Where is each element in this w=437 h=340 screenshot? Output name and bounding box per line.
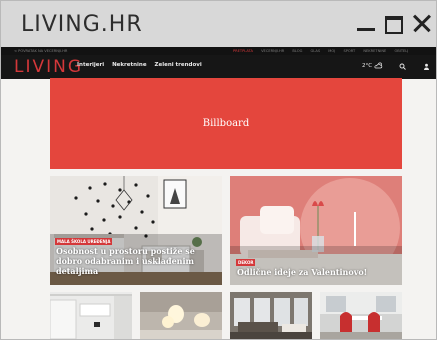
maximize-button[interactable]	[383, 13, 405, 35]
lamps-photo	[140, 292, 222, 339]
window-title: LIVING.HR	[21, 12, 143, 37]
search-icon[interactable]	[399, 63, 406, 70]
weather-widget[interactable]: 2°C	[362, 62, 383, 69]
nav-item-nekretnine[interactable]: Nekretnine	[112, 62, 147, 68]
living-room-photo	[230, 292, 312, 339]
back-to-vecernji-link[interactable]: < POVRATAK NA VECERNJI.HR	[14, 47, 67, 55]
browser-window: LIVING.HR < POVRATAK NA VECERNJI.HR PRET…	[0, 0, 437, 340]
top-link-glas[interactable]: GLAS	[311, 49, 321, 53]
minimize-icon	[357, 28, 375, 31]
top-link-nekretnine[interactable]: NEKRETNINE	[363, 49, 386, 53]
weather-temperature: 2°C	[362, 63, 373, 69]
article-headline[interactable]: Odlične ideje za Valentinovo!	[237, 267, 397, 277]
article-category-tag[interactable]: DEKOR	[236, 259, 256, 266]
top-link-vecernji[interactable]: VECERNJI.HR	[261, 49, 284, 53]
white-kitchen-photo	[50, 292, 132, 339]
featured-article-card[interactable]: MALA ŠKOLA UREĐENJA Osobnost u prostoru …	[50, 176, 222, 285]
window-titlebar[interactable]: LIVING.HR	[1, 1, 436, 47]
close-button[interactable]	[411, 13, 433, 35]
article-thumbnail[interactable]	[230, 292, 312, 339]
nav-item-interijeri[interactable]: Interijeri	[77, 62, 104, 68]
article-thumbnail[interactable]	[320, 292, 402, 339]
website-viewport: < POVRATAK NA VECERNJI.HR PRETPLATA VECE…	[1, 47, 436, 339]
nav-menu: Interijeri Nekretnine Zeleni trendovi	[77, 62, 208, 68]
dining-room-photo	[320, 292, 402, 339]
top-strip: < POVRATAK NA VECERNJI.HR PRETPLATA VECE…	[1, 47, 436, 55]
featured-article-card[interactable]: DEKOR Odlične ideje za Valentinovo!	[230, 176, 402, 285]
top-link-pretplata[interactable]: PRETPLATA	[233, 49, 253, 53]
nav-item-zeleni-trendovi[interactable]: Zeleni trendovi	[155, 62, 202, 68]
top-links: PRETPLATA VECERNJI.HR BLOG GLAS MOJ SPOR…	[233, 47, 415, 55]
living-logo[interactable]: LIVING	[14, 57, 83, 77]
user-icon[interactable]	[423, 63, 430, 70]
article-headline[interactable]: Osobnost u prostoru postiže se dobro oda…	[56, 246, 206, 276]
maximize-icon	[385, 16, 403, 34]
article-thumbnail[interactable]	[140, 292, 222, 339]
top-link-obitelj[interactable]: OBITELJ	[394, 49, 408, 53]
billboard-label: Billboard	[202, 118, 250, 129]
top-link-sport[interactable]: SPORT	[343, 49, 355, 53]
top-link-moj[interactable]: MOJ	[328, 49, 335, 53]
article-thumbnail[interactable]	[50, 292, 132, 339]
top-link-blog[interactable]: BLOG	[292, 49, 302, 53]
cloud-sun-icon	[374, 62, 383, 69]
billboard-ad[interactable]: Billboard	[50, 78, 402, 169]
main-navbar: LIVING Interijeri Nekretnine Zeleni tren…	[1, 55, 436, 79]
article-category-tag[interactable]: MALA ŠKOLA UREĐENJA	[55, 238, 113, 245]
minimize-button[interactable]	[355, 13, 377, 35]
